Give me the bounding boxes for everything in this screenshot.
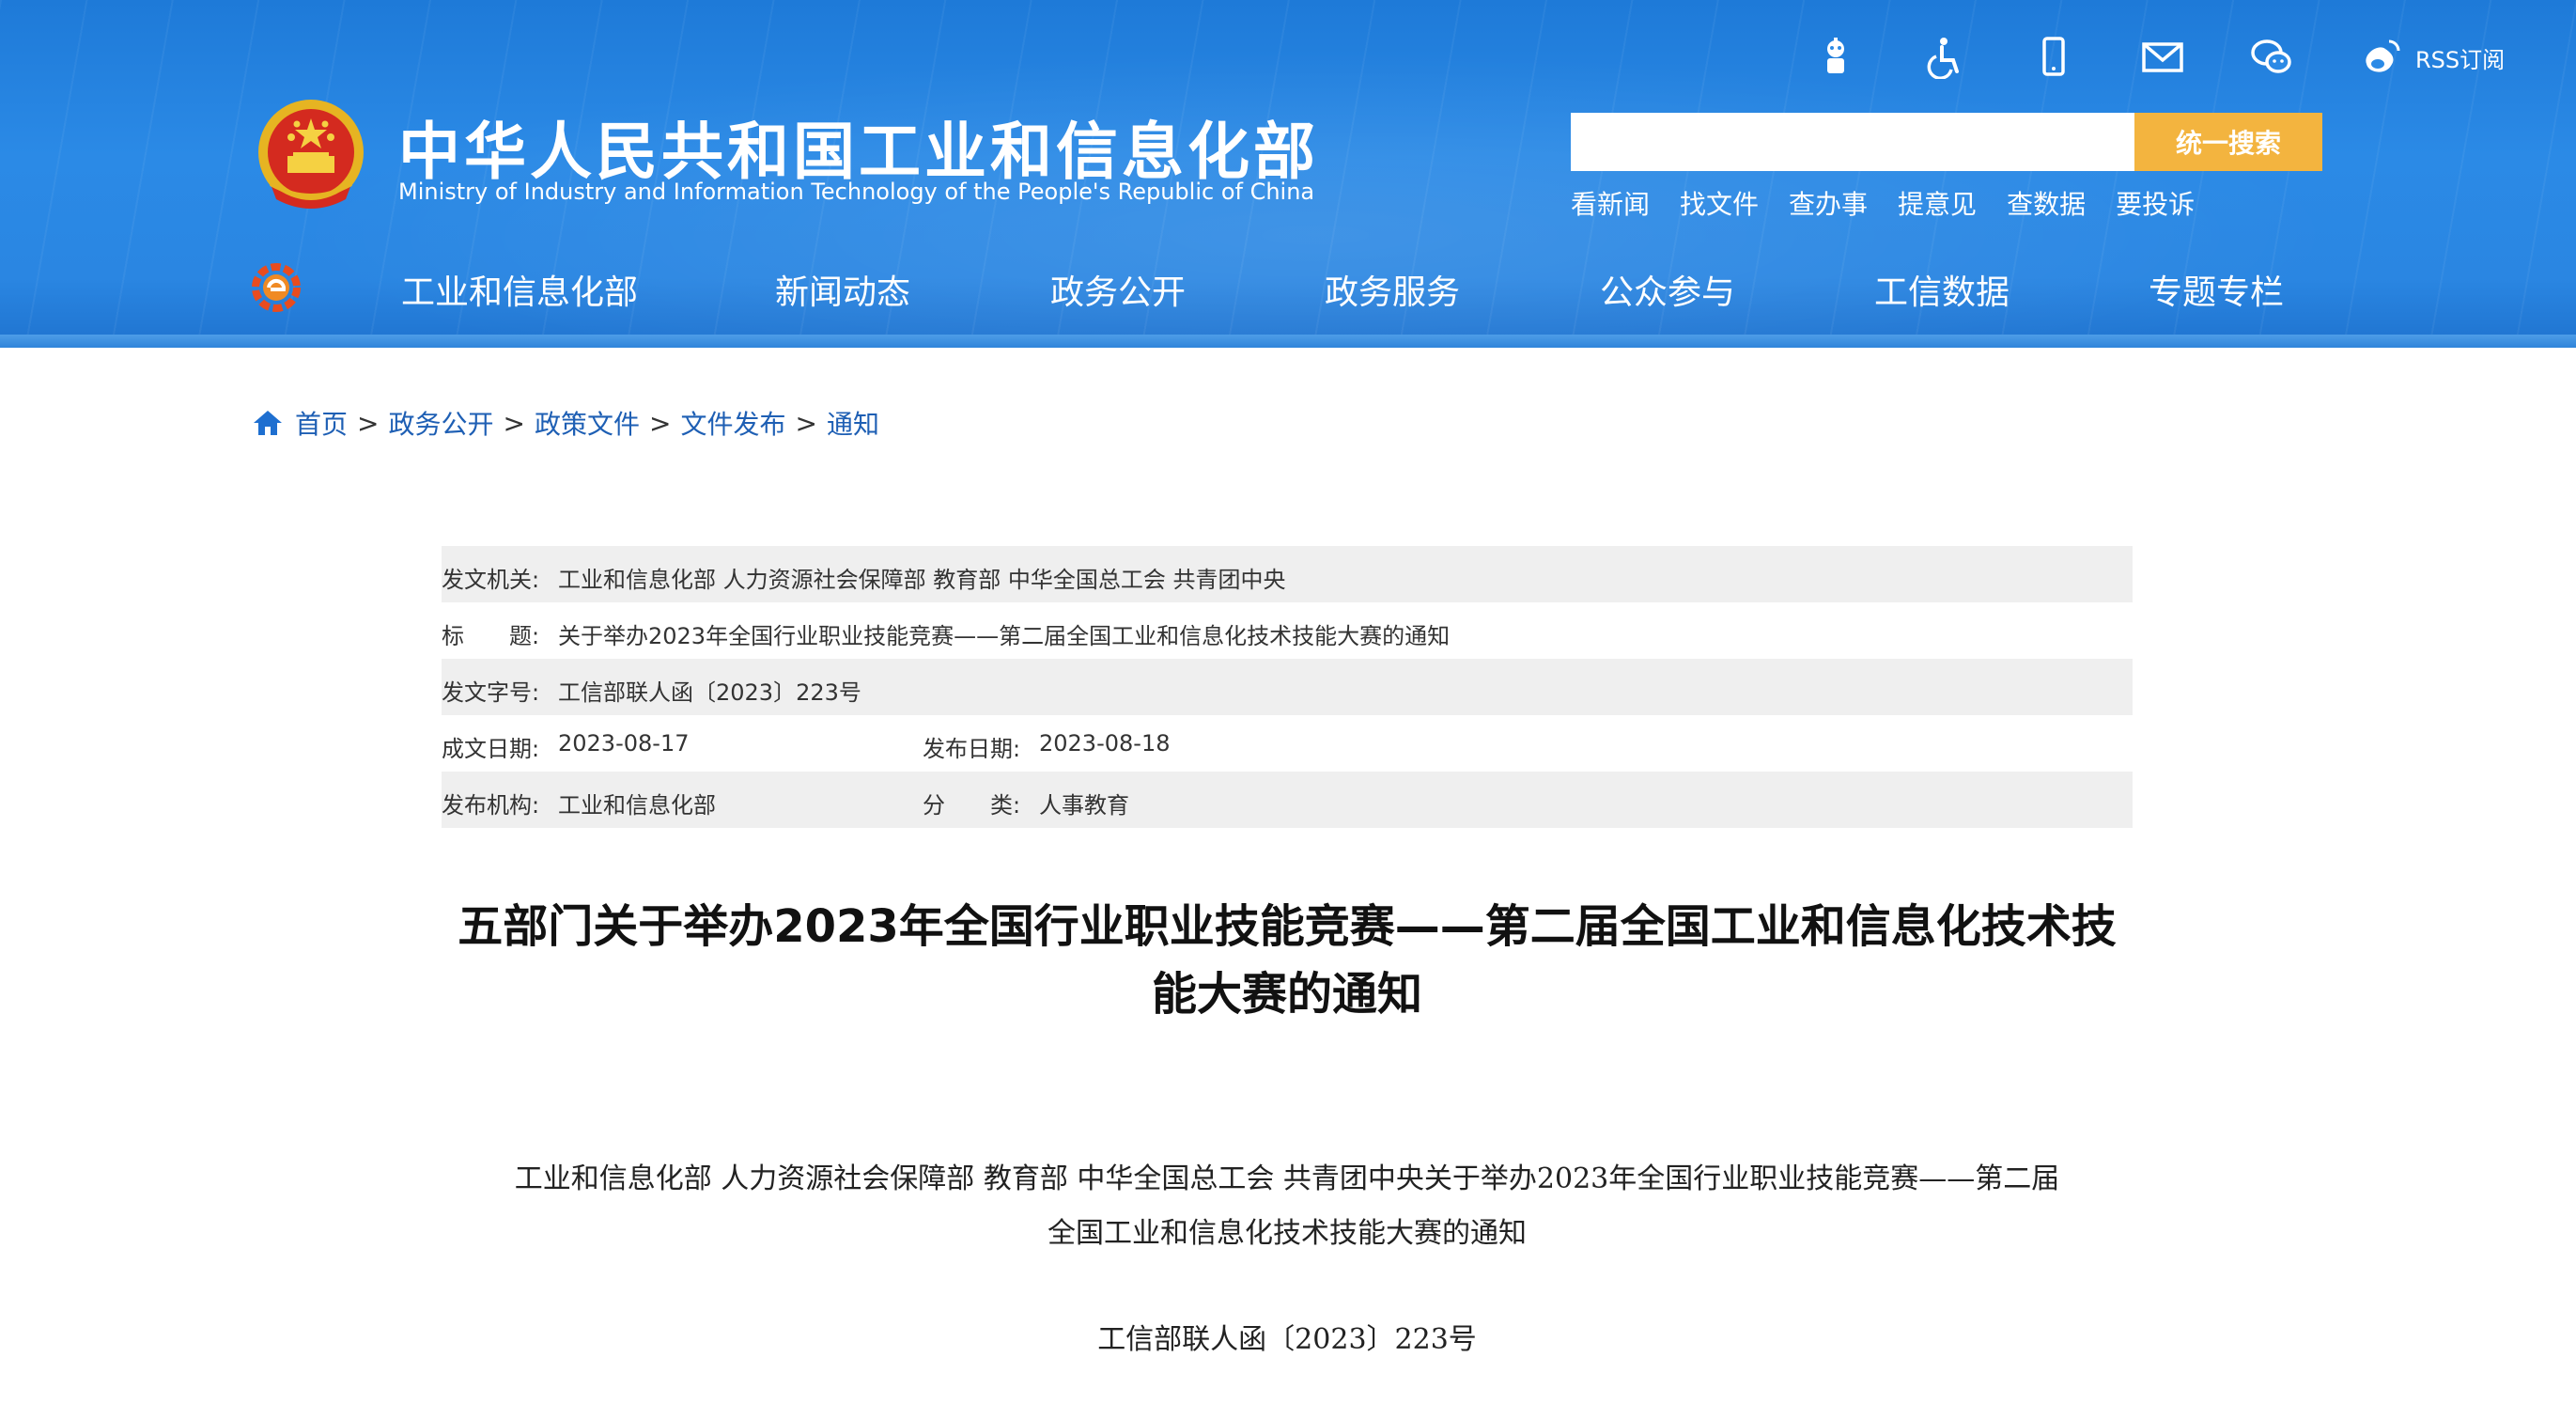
quick-link-services[interactable]: 查办事 xyxy=(1789,184,1868,222)
nav-item-news[interactable]: 新闻动态 xyxy=(775,265,910,314)
meta-category: 人事教育 xyxy=(1039,792,1129,819)
meta-label: 发布日期: xyxy=(923,736,1021,762)
breadcrumb-separator: > xyxy=(503,407,525,439)
meta-published-date: 2023-08-18 xyxy=(1039,730,1171,757)
breadcrumb-policy-files[interactable]: 政策文件 xyxy=(535,404,640,442)
breadcrumb: 首页 > 政务公开 > 政策文件 > 文件发布 > 通知 xyxy=(252,404,879,442)
meta-label: 标 题: xyxy=(442,623,540,649)
unified-search-button[interactable]: 统一搜索 xyxy=(2134,113,2322,171)
breadcrumb-notice[interactable]: 通知 xyxy=(827,404,879,442)
quick-link-news[interactable]: 看新闻 xyxy=(1571,184,1650,222)
nav-item-data[interactable]: 工信数据 xyxy=(1874,265,2010,314)
mail-icon[interactable] xyxy=(2135,34,2190,81)
wechat-icon[interactable] xyxy=(2244,34,2299,81)
document-meta-table: 发文机关: 工业和信息化部 人力资源社会保障部 教育部 中华全国总工会 共青团中… xyxy=(442,546,2133,828)
quick-link-feedback[interactable]: 提意见 xyxy=(1898,184,1977,222)
meta-label: 发布机构: xyxy=(442,792,540,819)
article-subtitle: 工业和信息化部 人力资源社会保障部 教育部 中华全国总工会 共青团中央关于举办2… xyxy=(442,1152,2133,1261)
breadcrumb-separator: > xyxy=(648,407,672,439)
quick-links: 看新闻 找文件 查办事 提意见 查数据 要投诉 xyxy=(1571,184,2225,222)
article-subtitle-line: 工业和信息化部 人力资源社会保障部 教育部 中华全国总工会 共青团中央关于举办2… xyxy=(514,1162,2060,1195)
meta-written-date: 2023-08-17 xyxy=(558,730,690,757)
nav-item-gov-services[interactable]: 政务服务 xyxy=(1325,265,1460,314)
mobile-icon[interactable] xyxy=(2026,34,2081,81)
site-title-english: Ministry of Industry and Information Tec… xyxy=(398,179,1315,205)
quick-link-files[interactable]: 找文件 xyxy=(1680,184,1759,222)
breadcrumb-separator: > xyxy=(357,407,380,439)
meta-row-issuer: 发文机关: 工业和信息化部 人力资源社会保障部 教育部 中华全国总工会 共青团中… xyxy=(442,546,2133,602)
article-title-line: 能大赛的通知 xyxy=(1151,968,1422,1021)
breadcrumb-home[interactable]: 首页 xyxy=(295,404,348,442)
accessibility-icon[interactable] xyxy=(1917,34,1972,81)
meta-row-org: 发布机构: 工业和信息化部 分 类: 人事教育 xyxy=(442,772,2133,828)
article-doc-number: 工信部联人函〔2023〕223号 xyxy=(1097,1323,1477,1356)
breadcrumb-file-release[interactable]: 文件发布 xyxy=(680,404,785,442)
meta-label: 发文机关: xyxy=(442,567,540,593)
utility-icons: RSS订阅 xyxy=(1808,34,2505,81)
home-icon[interactable] xyxy=(252,408,284,438)
meta-label: 分 类: xyxy=(923,792,1021,819)
meta-issuer: 工业和信息化部 人力资源社会保障部 教育部 中华全国总工会 共青团中央 xyxy=(558,567,1286,593)
article-title-line: 五部门关于举办2023年全国行业职业技能竞赛——第二届全国工业和信息化技术技 xyxy=(458,900,2117,953)
nav-item-gov-affairs-open[interactable]: 政务公开 xyxy=(1050,265,1186,314)
national-emblem-icon xyxy=(258,100,364,209)
nav-item-miit[interactable]: 工业和信息化部 xyxy=(401,265,638,314)
article-subtitle-line: 全国工业和信息化技术技能大赛的通知 xyxy=(1047,1217,1527,1250)
meta-title: 关于举办2023年全国行业职业技能竞赛——第二届全国工业和信息化技术技能大赛的通… xyxy=(558,623,1451,649)
meta-label: 发文字号: xyxy=(442,679,540,706)
quick-link-data[interactable]: 查数据 xyxy=(2007,184,2086,222)
meta-row-dates: 成文日期: 2023-08-17 发布日期: 2023-08-18 xyxy=(442,715,2133,772)
site-header: 中华人民共和国工业和信息化部 Ministry of Industry and … xyxy=(0,0,2576,348)
weibo-icon[interactable] xyxy=(2353,34,2408,81)
quick-link-complaint[interactable]: 要投诉 xyxy=(2116,184,2195,222)
search-input[interactable] xyxy=(1571,113,2134,171)
meta-row-title: 标 题: 关于举办2023年全国行业职业技能竞赛——第二届全国工业和信息化技术技… xyxy=(442,602,2133,659)
meta-org: 工业和信息化部 xyxy=(558,792,716,819)
breadcrumb-gov-affairs-open[interactable]: 政务公开 xyxy=(388,404,493,442)
article-title: 五部门关于举办2023年全国行业职业技能竞赛——第二届全国工业和信息化技术技 能… xyxy=(442,893,2133,1028)
breadcrumb-separator: > xyxy=(795,407,817,439)
meta-label: 成文日期: xyxy=(442,736,540,762)
nav-item-public-participation[interactable]: 公众参与 xyxy=(1600,265,1735,314)
nav-item-special-topics[interactable]: 专题专栏 xyxy=(2149,265,2284,314)
meta-row-docno: 发文字号: 工信部联人函〔2023〕223号 xyxy=(442,659,2133,715)
main-nav: 工业和信息化部 新闻动态 政务公开 政务服务 公众参与 工信数据 专题专栏 xyxy=(0,261,2576,314)
meta-docno: 工信部联人函〔2023〕223号 xyxy=(558,679,861,706)
rss-subscribe-link[interactable]: RSS订阅 xyxy=(2415,41,2505,74)
robot-icon[interactable] xyxy=(1808,34,1863,81)
